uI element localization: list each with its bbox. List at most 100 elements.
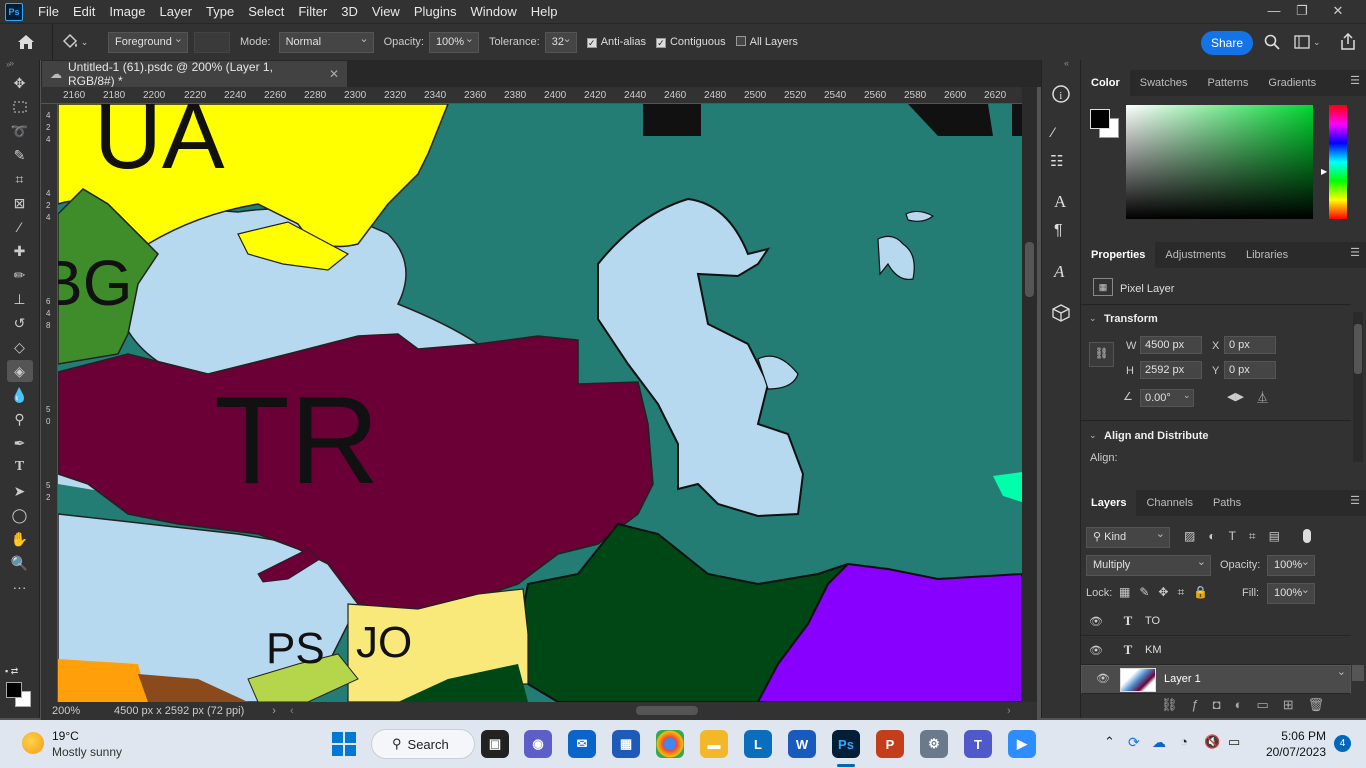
layer-name[interactable]: TO	[1145, 615, 1160, 627]
move-tool-icon[interactable]: ✥	[7, 72, 33, 94]
clock-time[interactable]: 5:06 PM	[1260, 729, 1326, 743]
adjustments-sliders-icon[interactable]: ☷	[1050, 152, 1063, 170]
paint-bucket-preset-icon[interactable]: ⌄	[52, 23, 96, 61]
foreground-color-swatch[interactable]	[6, 682, 22, 698]
menu-window[interactable]: Window	[463, 0, 523, 23]
marquee-tool-icon[interactable]	[7, 96, 33, 118]
shape-tool-icon[interactable]: ◯	[7, 504, 33, 526]
tab-patterns[interactable]: Patterns	[1197, 70, 1258, 96]
tolerance-field[interactable]: 32	[544, 30, 577, 53]
character-panel-icon[interactable]: A	[1054, 192, 1066, 212]
home-icon[interactable]	[0, 34, 52, 50]
width-field[interactable]: 4500 px	[1140, 336, 1202, 354]
tab-layers[interactable]: Layers	[1081, 490, 1137, 516]
dodge-tool-icon[interactable]: ⚲	[7, 408, 33, 430]
x-field[interactable]: 0 px	[1224, 336, 1276, 354]
panel-menu-icon[interactable]: ☰	[1350, 246, 1360, 259]
fill-source-select[interactable]: Foreground	[108, 30, 188, 53]
visibility-eye-icon[interactable]: 👁	[1081, 615, 1111, 628]
height-field[interactable]: 2592 px	[1140, 361, 1202, 379]
mail-icon[interactable]: ✉	[568, 730, 596, 758]
link-icon[interactable]: ⛓	[1089, 342, 1114, 367]
share-button[interactable]: Share	[1201, 31, 1253, 55]
glyphs-panel-icon[interactable]: A	[1054, 262, 1064, 282]
close-icon[interactable]: ✕	[1320, 0, 1356, 23]
frame-tool-icon[interactable]: ⊠	[7, 192, 33, 214]
word-icon[interactable]: W	[788, 730, 816, 758]
layer-row[interactable]: 👁 T TO	[1081, 607, 1351, 636]
fill-field[interactable]: 100%	[1267, 581, 1315, 604]
visibility-eye-icon[interactable]: 👁	[1088, 670, 1118, 689]
document-tab[interactable]: ☁ Untitled-1 (61).psdc @ 200% (Layer 1, …	[42, 60, 347, 88]
quick-select-tool-icon[interactable]: ✎	[7, 144, 33, 166]
history-brush-tool-icon[interactable]: ↺	[7, 312, 33, 334]
onedrive-cloud-icon[interactable]: ☁	[1152, 734, 1166, 751]
restore-icon[interactable]: ❐	[1284, 0, 1320, 23]
antialias-checkbox[interactable]: ✓ Anti-alias	[586, 36, 646, 48]
layer-name[interactable]: KM	[1145, 644, 1162, 656]
store-icon[interactable]: ▦	[612, 730, 640, 758]
close-tab-icon[interactable]: ✕	[329, 67, 339, 81]
hscroll-left-icon[interactable]: ‹	[290, 705, 294, 717]
notification-badge[interactable]: 4	[1334, 735, 1351, 752]
chevron-down-icon[interactable]: ⌄	[1089, 430, 1097, 441]
layer-actions-icons[interactable]: ⛓ƒ◘◐▭⊞🗑	[1161, 697, 1338, 713]
tab-properties[interactable]: Properties	[1081, 242, 1156, 268]
stamp-tool-icon[interactable]: ⊥	[7, 288, 33, 310]
chevron-down-icon[interactable]: ⌄	[1089, 313, 1097, 324]
color-field[interactable]	[1126, 105, 1313, 219]
layer-row[interactable]: 👁 T KM	[1081, 636, 1351, 665]
all-layers-checkbox[interactable]: All Layers	[735, 36, 798, 48]
tab-color[interactable]: Color	[1081, 70, 1130, 96]
horizontal-scroll-thumb[interactable]	[636, 706, 698, 715]
healing-brush-tool-icon[interactable]: ✚	[7, 240, 33, 262]
layers-scroll-thumb[interactable]	[1352, 665, 1364, 681]
menu-layer[interactable]: Layer	[153, 0, 200, 23]
menu-filter[interactable]: Filter	[291, 0, 334, 23]
weather-desc[interactable]: Mostly sunny	[52, 745, 122, 759]
zoom-level[interactable]: 200%	[52, 705, 114, 717]
hue-slider[interactable]	[1329, 105, 1347, 219]
menu-3d[interactable]: 3D	[334, 0, 365, 23]
layer-filter-kind-select[interactable]: ⚲ Kind	[1086, 525, 1170, 548]
opacity-field[interactable]: 100%	[428, 30, 479, 53]
menu-help[interactable]: Help	[524, 0, 565, 23]
chevron-down-icon[interactable]: ⌄	[1183, 390, 1191, 401]
contiguous-checkbox[interactable]: ✓ Contiguous	[655, 36, 726, 48]
chevron-up-icon[interactable]: ⌃	[1104, 734, 1115, 750]
type-tool-icon[interactable]: T	[7, 456, 33, 478]
path-select-tool-icon[interactable]: ➤	[7, 480, 33, 502]
tab-gradients[interactable]: Gradients	[1258, 70, 1326, 96]
crop-tool-icon[interactable]: ⌗	[7, 168, 33, 190]
clock-date[interactable]: 20/07/2023	[1260, 745, 1326, 759]
eraser-tool-icon[interactable]: ◇	[7, 336, 33, 358]
brush-tool-icon[interactable]: ✏	[7, 264, 33, 286]
volume-muted-icon[interactable]: 🔇	[1204, 734, 1220, 750]
panel-menu-icon[interactable]: ☰	[1350, 494, 1360, 507]
status-expand-icon[interactable]: ›	[272, 705, 276, 717]
tab-adjustments[interactable]: Adjustments	[1155, 242, 1236, 268]
paragraph-panel-icon[interactable]: ¶	[1054, 222, 1063, 240]
blur-tool-icon[interactable]: 💧	[7, 384, 33, 406]
sync-icon[interactable]: ⟳	[1128, 734, 1140, 751]
lock-icons[interactable]: ▦✎✥⌗🔒	[1119, 585, 1217, 600]
collapse-arrows-icon[interactable]: »	[0, 60, 39, 70]
settings-gear-icon[interactable]: ⚙	[920, 730, 948, 758]
3d-panel-icon[interactable]	[1052, 304, 1070, 325]
panel-menu-icon[interactable]: ☰	[1350, 74, 1360, 87]
app-l-icon[interactable]: L	[744, 730, 772, 758]
teams-icon[interactable]: T	[964, 730, 992, 758]
tab-channels[interactable]: Channels	[1136, 490, 1202, 516]
workspace-icon[interactable]: ⌄	[1294, 35, 1321, 52]
flip-vertical-icon[interactable]: ⏅	[1257, 389, 1268, 405]
collapse-left-icon[interactable]: »	[9, 58, 14, 68]
more-tools-icon[interactable]: ···	[7, 576, 33, 598]
paint-bucket-tool-icon[interactable]: ◈	[6, 360, 33, 382]
menu-edit[interactable]: Edit	[66, 0, 102, 23]
wifi-icon[interactable]: ◔	[1180, 734, 1188, 749]
clipchamp-icon[interactable]: ◉	[524, 730, 552, 758]
sun-weather-icon[interactable]	[22, 732, 44, 754]
blend-mode-select[interactable]: Multiply	[1086, 553, 1211, 576]
canvas-vertical-scrollbar[interactable]	[1022, 87, 1037, 702]
menu-view[interactable]: View	[365, 0, 407, 23]
